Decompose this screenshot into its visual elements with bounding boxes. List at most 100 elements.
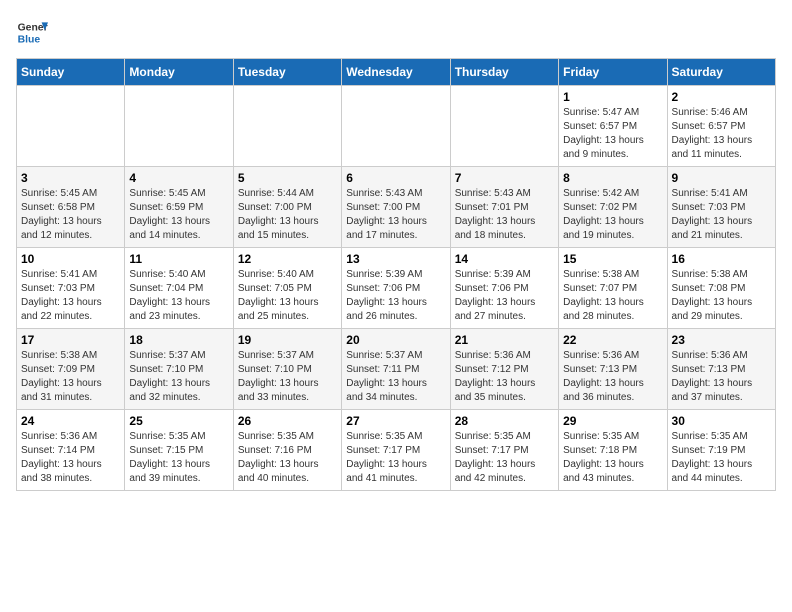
- day-number: 7: [455, 171, 554, 185]
- calendar-header-row: SundayMondayTuesdayWednesdayThursdayFrid…: [17, 59, 776, 86]
- calendar-cell: 17 Sunrise: 5:38 AM Sunset: 7:09 PM Dayli…: [17, 329, 125, 410]
- calendar-cell: [125, 86, 233, 167]
- day-number: 20: [346, 333, 445, 347]
- calendar-header-wednesday: Wednesday: [342, 59, 450, 86]
- day-info: Sunrise: 5:44 AM Sunset: 7:00 PM Dayligh…: [238, 187, 337, 243]
- calendar-cell: 16 Sunrise: 5:38 AM Sunset: 7:08 PM Dayli…: [667, 248, 775, 329]
- calendar-cell: 20Sunrise: 5:37 AM Sunset: 7:11 PM Dayli…: [342, 329, 450, 410]
- day-info: Sunrise: 5:37 AM Sunset: 7:10 PM Dayligh…: [238, 349, 337, 405]
- day-number: 11: [129, 252, 228, 266]
- calendar-cell: 1 Sunrise: 5:47 AM Sunset: 6:57 PM Daylig…: [559, 86, 667, 167]
- calendar-cell: 2 Sunrise: 5:46 AM Sunset: 6:57 PM Daylig…: [667, 86, 775, 167]
- calendar-week-3: 10 Sunrise: 5:41 AM Sunset: 7:03 PM Dayli…: [17, 248, 776, 329]
- calendar-cell: 21Sunrise: 5:36 AM Sunset: 7:12 PM Dayli…: [450, 329, 558, 410]
- calendar-header-monday: Monday: [125, 59, 233, 86]
- day-info: Sunrise: 5:41 AM Sunset: 7:03 PM Dayligh…: [672, 187, 771, 243]
- day-number: 8: [563, 171, 662, 185]
- day-number: 17: [21, 333, 120, 347]
- calendar-cell: 13 Sunrise: 5:39 AM Sunset: 7:06 PM Dayli…: [342, 248, 450, 329]
- calendar-cell: 12 Sunrise: 5:40 AM Sunset: 7:05 PM Dayli…: [233, 248, 341, 329]
- day-info: Sunrise: 5:40 AM Sunset: 7:04 PM Dayligh…: [129, 268, 228, 324]
- day-number: 9: [672, 171, 771, 185]
- calendar-cell: [233, 86, 341, 167]
- calendar-cell: 6Sunrise: 5:43 AM Sunset: 7:00 PM Daylig…: [342, 167, 450, 248]
- day-number: 13: [346, 252, 445, 266]
- day-info: Sunrise: 5:42 AM Sunset: 7:02 PM Dayligh…: [563, 187, 662, 243]
- calendar-cell: 28 Sunrise: 5:35 AM Sunset: 7:17 PM Dayli…: [450, 410, 558, 491]
- day-number: 26: [238, 414, 337, 428]
- calendar-cell: 10 Sunrise: 5:41 AM Sunset: 7:03 PM Dayli…: [17, 248, 125, 329]
- day-info: Sunrise: 5:36 AM Sunset: 7:14 PM Dayligh…: [21, 430, 120, 486]
- day-info: Sunrise: 5:47 AM Sunset: 6:57 PM Dayligh…: [563, 106, 662, 162]
- day-info: Sunrise: 5:43 AM Sunset: 7:00 PM Dayligh…: [346, 187, 445, 243]
- logo: General Blue: [16, 16, 48, 48]
- day-info: Sunrise: 5:36 AM Sunset: 7:13 PM Dayligh…: [672, 349, 771, 405]
- day-info: Sunrise: 5:35 AM Sunset: 7:18 PM Dayligh…: [563, 430, 662, 486]
- day-info: Sunrise: 5:40 AM Sunset: 7:05 PM Dayligh…: [238, 268, 337, 324]
- day-info: Sunrise: 5:38 AM Sunset: 7:09 PM Dayligh…: [21, 349, 120, 405]
- day-number: 23: [672, 333, 771, 347]
- calendar-cell: 19 Sunrise: 5:37 AM Sunset: 7:10 PM Dayli…: [233, 329, 341, 410]
- day-number: 27: [346, 414, 445, 428]
- day-info: Sunrise: 5:46 AM Sunset: 6:57 PM Dayligh…: [672, 106, 771, 162]
- calendar-header-sunday: Sunday: [17, 59, 125, 86]
- day-number: 19: [238, 333, 337, 347]
- calendar-cell: 29 Sunrise: 5:35 AM Sunset: 7:18 PM Dayli…: [559, 410, 667, 491]
- day-number: 16: [672, 252, 771, 266]
- day-info: Sunrise: 5:41 AM Sunset: 7:03 PM Dayligh…: [21, 268, 120, 324]
- calendar-header-tuesday: Tuesday: [233, 59, 341, 86]
- calendar-week-4: 17 Sunrise: 5:38 AM Sunset: 7:09 PM Dayli…: [17, 329, 776, 410]
- day-number: 3: [21, 171, 120, 185]
- calendar-cell: 11 Sunrise: 5:40 AM Sunset: 7:04 PM Dayli…: [125, 248, 233, 329]
- day-number: 14: [455, 252, 554, 266]
- calendar-week-1: 1 Sunrise: 5:47 AM Sunset: 6:57 PM Daylig…: [17, 86, 776, 167]
- day-info: Sunrise: 5:35 AM Sunset: 7:16 PM Dayligh…: [238, 430, 337, 486]
- day-info: Sunrise: 5:37 AM Sunset: 7:10 PM Dayligh…: [129, 349, 228, 405]
- day-number: 15: [563, 252, 662, 266]
- calendar-cell: 22 Sunrise: 5:36 AM Sunset: 7:13 PM Dayli…: [559, 329, 667, 410]
- day-number: 24: [21, 414, 120, 428]
- calendar-cell: 5 Sunrise: 5:44 AM Sunset: 7:00 PM Daylig…: [233, 167, 341, 248]
- day-number: 2: [672, 90, 771, 104]
- day-number: 12: [238, 252, 337, 266]
- calendar-cell: 26 Sunrise: 5:35 AM Sunset: 7:16 PM Dayli…: [233, 410, 341, 491]
- calendar-cell: 30 Sunrise: 5:35 AM Sunset: 7:19 PM Dayli…: [667, 410, 775, 491]
- day-number: 1: [563, 90, 662, 104]
- calendar-cell: 8 Sunrise: 5:42 AM Sunset: 7:02 PM Daylig…: [559, 167, 667, 248]
- calendar-cell: 23 Sunrise: 5:36 AM Sunset: 7:13 PM Dayli…: [667, 329, 775, 410]
- calendar-cell: 18Sunrise: 5:37 AM Sunset: 7:10 PM Dayli…: [125, 329, 233, 410]
- calendar-header-thursday: Thursday: [450, 59, 558, 86]
- day-number: 5: [238, 171, 337, 185]
- day-info: Sunrise: 5:43 AM Sunset: 7:01 PM Dayligh…: [455, 187, 554, 243]
- svg-text:Blue: Blue: [18, 34, 41, 45]
- calendar-week-5: 24 Sunrise: 5:36 AM Sunset: 7:14 PM Dayli…: [17, 410, 776, 491]
- day-number: 4: [129, 171, 228, 185]
- calendar-cell: 14 Sunrise: 5:39 AM Sunset: 7:06 PM Dayli…: [450, 248, 558, 329]
- day-info: Sunrise: 5:35 AM Sunset: 7:19 PM Dayligh…: [672, 430, 771, 486]
- day-number: 30: [672, 414, 771, 428]
- day-info: Sunrise: 5:39 AM Sunset: 7:06 PM Dayligh…: [346, 268, 445, 324]
- calendar-cell: [450, 86, 558, 167]
- day-number: 21: [455, 333, 554, 347]
- day-number: 10: [21, 252, 120, 266]
- day-info: Sunrise: 5:38 AM Sunset: 7:08 PM Dayligh…: [672, 268, 771, 324]
- calendar-cell: 25Sunrise: 5:35 AM Sunset: 7:15 PM Dayli…: [125, 410, 233, 491]
- calendar-table: SundayMondayTuesdayWednesdayThursdayFrid…: [16, 58, 776, 491]
- day-number: 29: [563, 414, 662, 428]
- day-info: Sunrise: 5:39 AM Sunset: 7:06 PM Dayligh…: [455, 268, 554, 324]
- calendar-cell: 27 Sunrise: 5:35 AM Sunset: 7:17 PM Dayli…: [342, 410, 450, 491]
- day-number: 28: [455, 414, 554, 428]
- day-info: Sunrise: 5:45 AM Sunset: 6:58 PM Dayligh…: [21, 187, 120, 243]
- day-info: Sunrise: 5:35 AM Sunset: 7:17 PM Dayligh…: [455, 430, 554, 486]
- day-info: Sunrise: 5:35 AM Sunset: 7:17 PM Dayligh…: [346, 430, 445, 486]
- calendar-cell: 4 Sunrise: 5:45 AM Sunset: 6:59 PM Daylig…: [125, 167, 233, 248]
- logo-icon: General Blue: [16, 16, 48, 48]
- day-number: 25: [129, 414, 228, 428]
- calendar-cell: [342, 86, 450, 167]
- day-info: Sunrise: 5:45 AM Sunset: 6:59 PM Dayligh…: [129, 187, 228, 243]
- day-info: Sunrise: 5:36 AM Sunset: 7:13 PM Dayligh…: [563, 349, 662, 405]
- calendar-cell: 7 Sunrise: 5:43 AM Sunset: 7:01 PM Daylig…: [450, 167, 558, 248]
- day-info: Sunrise: 5:38 AM Sunset: 7:07 PM Dayligh…: [563, 268, 662, 324]
- day-number: 22: [563, 333, 662, 347]
- calendar-cell: 24 Sunrise: 5:36 AM Sunset: 7:14 PM Dayli…: [17, 410, 125, 491]
